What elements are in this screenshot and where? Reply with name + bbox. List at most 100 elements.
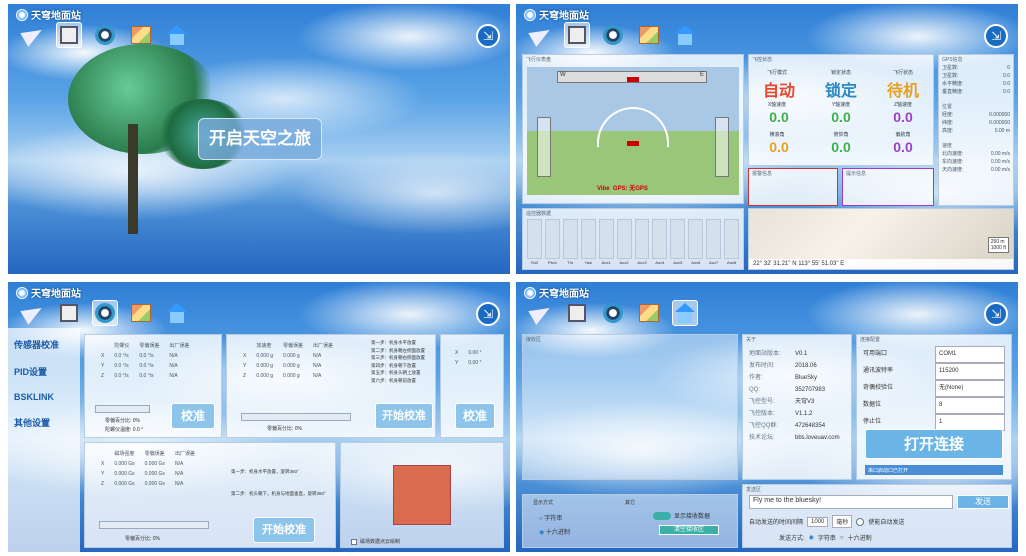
- radio-hex-icon[interactable]: ◉: [539, 530, 544, 536]
- plot-checkbox-label: 磁场数据点云绘制: [360, 539, 401, 545]
- sidebar-item-sensor-cal[interactable]: 传感器校准: [8, 328, 80, 355]
- cell: N/A: [169, 373, 178, 379]
- send-button[interactable]: 发送: [957, 495, 1009, 509]
- cell: N/A: [174, 481, 184, 487]
- gyro-progress: [95, 405, 150, 413]
- gyro-calibrate-button[interactable]: 校准: [171, 403, 215, 429]
- acc-steps: 第一步：机身水平放置 第二步：机身朝左侧面放置 第三步：机身朝右侧面放置 第四步…: [371, 339, 431, 384]
- serial-select[interactable]: COM1: [935, 346, 1005, 363]
- connect-button[interactable]: 打开连接: [865, 429, 1003, 459]
- auto-send-toggle[interactable]: [856, 517, 865, 526]
- auto-send-unit[interactable]: 毫秒: [832, 515, 853, 528]
- pos-k1: 纬度:: [942, 120, 954, 126]
- toolbar-flight-button[interactable]: [56, 22, 82, 48]
- pitch-value: 0.0: [831, 139, 851, 155]
- receive-area[interactable]: 接收区: [522, 334, 738, 480]
- toolbar-home-button[interactable]: [164, 300, 190, 326]
- toolbar-settings-button[interactable]: [600, 300, 626, 326]
- exit-button[interactable]: ⇲: [476, 24, 500, 48]
- display-options: 显示方式 ○ 字符串 ◉ 十六进制 其它 显示接收数据 清空接收区: [522, 494, 738, 548]
- cell: 0.000 Gs: [144, 471, 165, 477]
- gps-k1: 卫星数:: [942, 73, 959, 79]
- other-label: 其它: [625, 500, 636, 506]
- gear-icon: [95, 303, 115, 323]
- cell: 0.0 °/s: [139, 353, 154, 359]
- send-input[interactable]: Fly me to the bluesky!: [749, 495, 953, 509]
- gear-icon: [603, 25, 623, 45]
- app-title-text: 天穹地面站: [539, 289, 589, 300]
- toolbar-plane-button[interactable]: [20, 300, 46, 326]
- artificial-horizon: W E Vibe GPS: 无GPS: [527, 67, 739, 195]
- gps-v2: 0.0: [1003, 81, 1010, 87]
- serial-select[interactable]: 8: [935, 397, 1005, 414]
- exit-button[interactable]: ⇲: [476, 302, 500, 326]
- toolbar-flight-button[interactable]: [56, 300, 82, 326]
- toolbar-plane-button[interactable]: [20, 22, 46, 48]
- mode-hex-label: 十六进制: [545, 530, 570, 536]
- serial-select[interactable]: 无(None): [935, 380, 1005, 397]
- channel-label: Aux4: [655, 260, 665, 265]
- channel-bar: Pitch: [544, 219, 560, 265]
- gps-v1: 0.0: [1003, 73, 1010, 79]
- cell: 0.000 g: [283, 353, 300, 359]
- toolbar-map-button[interactable]: [636, 300, 662, 326]
- toolbar-home-button[interactable]: [672, 300, 698, 326]
- map-view[interactable]: 22° 32' 31.21'' N 113° 55' 51.03'' E 250…: [748, 208, 1014, 270]
- toolbar-map-button[interactable]: [636, 22, 662, 48]
- toolbar-settings-button[interactable]: [92, 300, 118, 326]
- channel-panel: 遥控器数据 Roll Pitch Thr Yaw Aux1 Aux2 Aux3 Aux4 Aux…: [522, 208, 744, 270]
- about-key: 作者:: [749, 375, 763, 381]
- channel-bar: Aux3: [634, 219, 650, 265]
- gyro-panel: 陀螺仪 零偏误差 出厂误差 X 0.0 °/s 0.0 °/s N/A Y 0.0 °/s 0…: [84, 334, 222, 438]
- sidebar-item-pid[interactable]: PID设置: [8, 355, 80, 382]
- acc-start-calibrate-button[interactable]: 开始校准: [375, 403, 433, 429]
- send-radio-char-icon[interactable]: ◉: [809, 534, 814, 541]
- send-title: 发送区: [746, 487, 762, 493]
- exit-button[interactable]: ⇲: [984, 302, 1008, 326]
- vel-v2: 0.00 m/s: [990, 167, 1010, 173]
- toolbar-settings-button[interactable]: [600, 22, 626, 48]
- channel-bar: Aux6: [688, 219, 704, 265]
- toolbar-flight-button[interactable]: [564, 22, 590, 48]
- send-radio-hex-icon[interactable]: ○: [840, 535, 844, 541]
- lock-label: 锁定状态: [830, 70, 851, 76]
- toolbar-home-button[interactable]: [672, 22, 698, 48]
- app-title: 天穹地面站: [16, 285, 81, 300]
- toolbar-settings-button[interactable]: [92, 22, 118, 48]
- cell: 0.000 g: [283, 363, 300, 369]
- sidebar-item-other[interactable]: 其他设置: [8, 406, 80, 433]
- gps-v3: 0.0: [1003, 89, 1010, 95]
- cell: 0.0 °/s: [114, 363, 129, 369]
- cell: 0.000 Gs: [114, 461, 135, 467]
- start-journey-button[interactable]: 开启天空之旅: [198, 118, 322, 160]
- toolbar-plane-button[interactable]: [528, 22, 554, 48]
- cell: Y: [243, 363, 247, 369]
- serial-select[interactable]: 115200: [935, 363, 1005, 380]
- toolbar-home-button[interactable]: [164, 22, 190, 48]
- mag-3d-plot[interactable]: 磁场数据点云绘制: [340, 442, 504, 548]
- mag-start-calibrate-button[interactable]: 开始校准: [253, 517, 315, 543]
- toolbar-flight-button[interactable]: [564, 300, 590, 326]
- hud-panel: 飞行仪表盘 W E Vibe GPS: 无GPS: [522, 54, 744, 204]
- channel-label: Aux5: [673, 260, 683, 265]
- radio-char-icon[interactable]: ○: [539, 516, 543, 522]
- about-panel: 关于 地面站版本: V0.1 发布时间: 2018.06 作者: BlueSky QQ: 35…: [742, 334, 852, 480]
- toolbar-plane-button[interactable]: [528, 300, 554, 326]
- house-icon: [675, 303, 695, 323]
- auto-send-interval[interactable]: 1000: [807, 516, 829, 527]
- level-calibrate-button[interactable]: 校准: [455, 403, 495, 429]
- clear-recv-button[interactable]: 清空接收区: [659, 525, 719, 535]
- sidebar-item-bsklink[interactable]: BSKLINK: [8, 382, 80, 406]
- about-value: V1.1.2: [795, 411, 813, 417]
- exit-button[interactable]: ⇲: [984, 24, 1008, 48]
- scale-ft: 1000 ft: [990, 245, 1006, 251]
- serial-row: 数据位 8: [863, 397, 1005, 414]
- gear-icon: [603, 303, 623, 323]
- auto-send-toggle-label: 使能自动发送: [868, 520, 905, 526]
- acc-col2: 零偏误差: [283, 343, 304, 349]
- show-recv-toggle[interactable]: [653, 511, 671, 520]
- plot-checkbox[interactable]: [351, 538, 357, 545]
- cell: 0.0 °/s: [139, 363, 154, 369]
- toolbar-map-button[interactable]: [128, 300, 154, 326]
- app-title: 天穹地面站: [16, 7, 81, 22]
